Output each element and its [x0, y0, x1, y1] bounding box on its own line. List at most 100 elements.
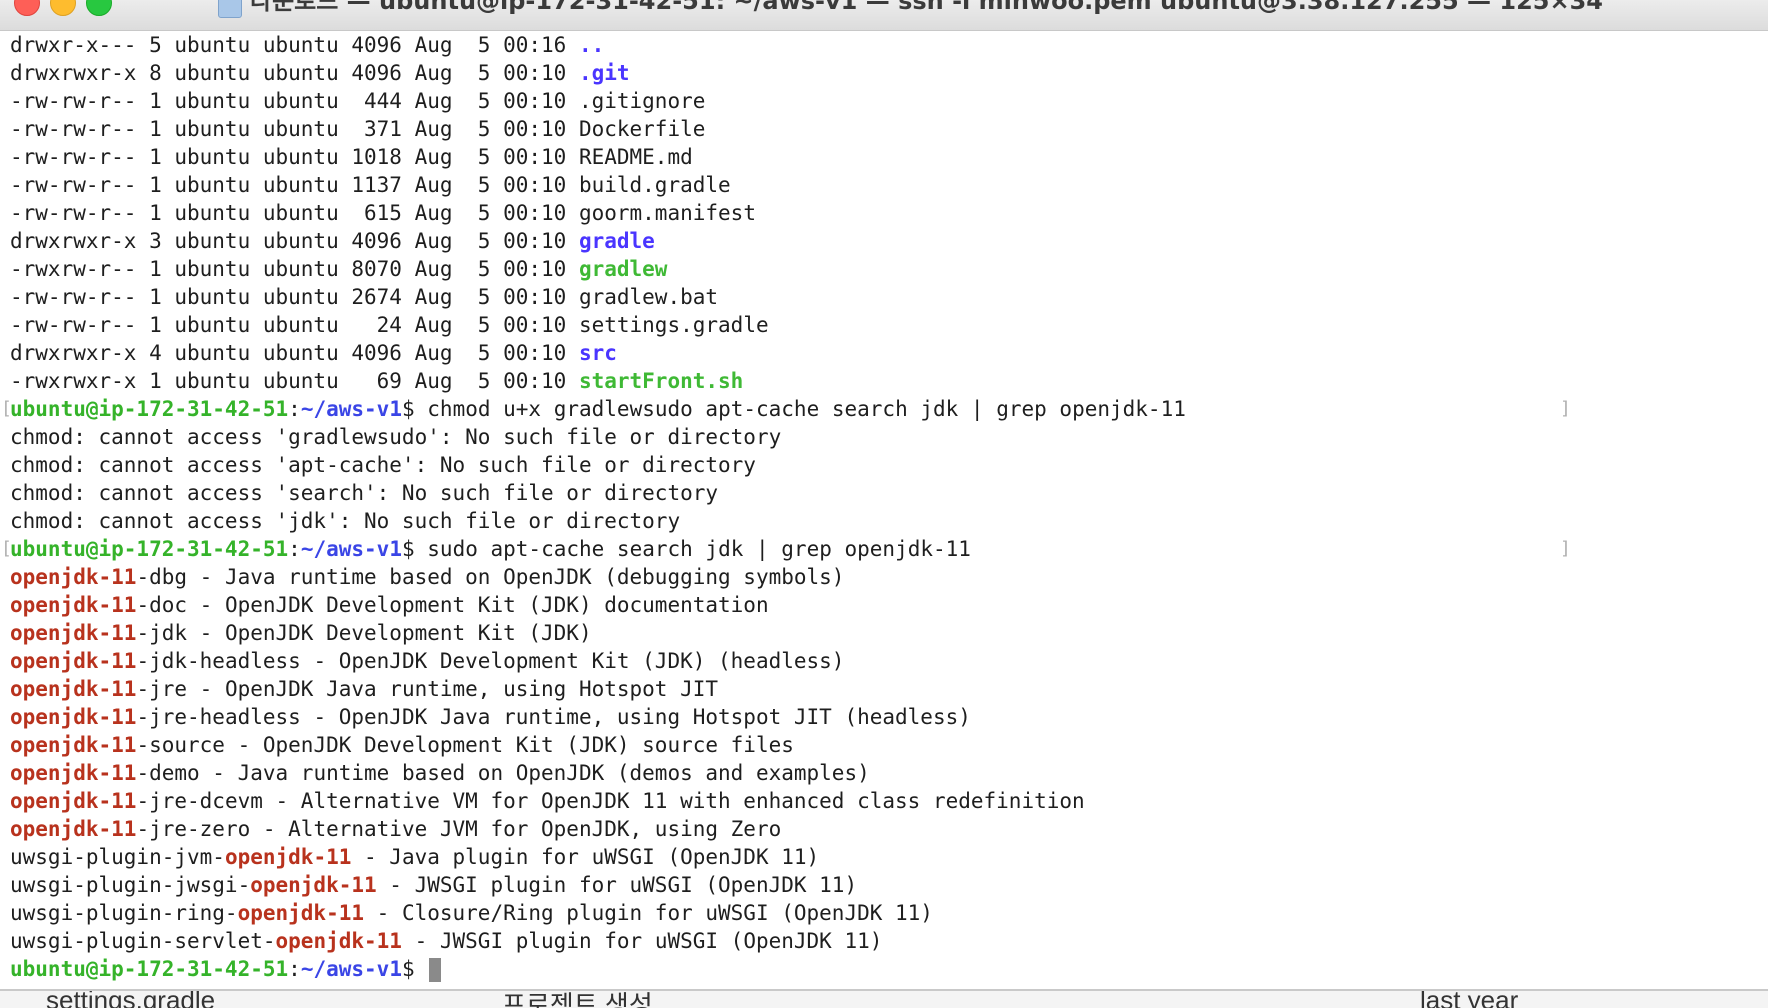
package-description: -jre-dcevm - Alternative VM for OpenJDK …	[136, 789, 1085, 813]
prompt-line: [ubuntu@ip-172-31-42-51:~/aws-v1$ chmod …	[1, 395, 1571, 423]
grep-match: openjdk-11	[237, 901, 365, 925]
search-result: uwsgi-plugin-servlet-openjdk-11 - JWSGI …	[10, 927, 1186, 955]
title-bar[interactable]: 다운로드 — ubuntu@ip-172-31-42-51: ~/aws-v1 …	[0, 0, 1768, 31]
error-line: chmod: cannot access 'gradlewsudo': No s…	[10, 423, 1186, 451]
search-result: openjdk-11-jre-zero - Alternative JVM fo…	[10, 815, 1186, 843]
folder-icon	[218, 0, 242, 18]
search-result: openjdk-11-doc - OpenJDK Development Kit…	[10, 591, 1186, 619]
search-result: openjdk-11-source - OpenJDK Development …	[10, 731, 1186, 759]
text-cursor	[429, 958, 442, 982]
command-text: sudo apt-cache search jdk | grep openjdk…	[427, 537, 971, 561]
terminal-output[interactable]: drwxr-x--- 5 ubuntu ubuntu 4096 Aug 5 00…	[0, 31, 1768, 991]
prompt-separator: :	[288, 397, 301, 421]
grep-match: openjdk-11	[10, 649, 137, 673]
package-description: -source - OpenJDK Development Kit (JDK) …	[136, 733, 794, 757]
error-line: chmod: cannot access 'search': No such f…	[10, 479, 1186, 507]
listing-meta: -rwxrw-r-- 1 ubuntu ubuntu 8070 Aug 5 00…	[10, 257, 579, 281]
listing-meta: -rw-rw-r-- 1 ubuntu ubuntu 2674 Aug 5 00…	[10, 285, 579, 309]
prompt-user-host: ubuntu@ip-172-31-42-51	[10, 537, 289, 561]
file-name: README.md	[578, 145, 693, 169]
prompt-path: ~/aws-v1	[300, 957, 402, 981]
search-result: uwsgi-plugin-ring-openjdk-11 - Closure/R…	[10, 899, 1186, 927]
file-name: .gitignore	[578, 89, 706, 113]
grep-match: openjdk-11	[10, 565, 137, 589]
package-description: -dbg - Java runtime based on OpenJDK (de…	[136, 565, 845, 589]
background-commit-message: 프로젝트 생성	[502, 991, 653, 1008]
command-text: chmod u+x gradlewsudo apt-cache search j…	[427, 397, 1186, 421]
listing-meta: -rwxrwxr-x 1 ubuntu ubuntu 69 Aug 5 00:1…	[10, 369, 579, 393]
listing-row: drwxrwxr-x 4 ubuntu ubuntu 4096 Aug 5 00…	[10, 339, 1186, 367]
search-result: uwsgi-plugin-jwsgi-openjdk-11 - JWSGI pl…	[10, 871, 1186, 899]
error-text: chmod: cannot access 'apt-cache': No suc…	[10, 453, 756, 477]
listing-row: -rw-rw-r-- 1 ubuntu ubuntu 371 Aug 5 00:…	[10, 115, 1186, 143]
search-result: openjdk-11-jdk-headless - OpenJDK Develo…	[10, 647, 1186, 675]
package-description: -demo - Java runtime based on OpenJDK (d…	[136, 761, 870, 785]
grep-match: openjdk-11	[10, 817, 137, 841]
terminal-lines: drwxr-x--- 5 ubuntu ubuntu 4096 Aug 5 00…	[1, 31, 1571, 983]
grep-match: openjdk-11	[10, 705, 137, 729]
package-description: - Java plugin for uWSGI (OpenJDK 11)	[351, 845, 820, 869]
listing-row: drwxrwxr-x 3 ubuntu ubuntu 4096 Aug 5 00…	[10, 227, 1186, 255]
listing-meta: -rw-rw-r-- 1 ubuntu ubuntu 615 Aug 5 00:…	[10, 201, 579, 225]
package-description: -jre-headless - OpenJDK Java runtime, us…	[136, 705, 971, 729]
prompt-line: ubuntu@ip-172-31-42-51:~/aws-v1$	[10, 955, 1186, 983]
package-description: - JWSGI plugin for uWSGI (OpenJDK 11)	[401, 929, 883, 953]
prompt-path: ~/aws-v1	[300, 397, 402, 421]
file-name: settings.gradle	[578, 313, 769, 337]
background-date: last year	[1420, 991, 1519, 1008]
package-description: -jdk-headless - OpenJDK Development Kit …	[136, 649, 845, 673]
package-description: -jre-zero - Alternative JVM for OpenJDK,…	[136, 817, 782, 841]
background-window: settings.gradle 프로젝트 생성 last year	[0, 991, 1768, 1008]
search-result: openjdk-11-dbg - Java runtime based on O…	[10, 563, 1186, 591]
background-file-name: settings.gradle	[46, 991, 216, 1008]
package-description: -doc - OpenJDK Development Kit (JDK) doc…	[136, 593, 769, 617]
prompt-user-host: ubuntu@ip-172-31-42-51	[10, 397, 289, 421]
prompt-symbol: $	[401, 397, 415, 421]
listing-row: -rw-rw-r-- 1 ubuntu ubuntu 444 Aug 5 00:…	[10, 87, 1186, 115]
package-prefix: uwsgi-plugin-ring-	[10, 901, 238, 925]
file-name: build.gradle	[578, 173, 731, 197]
listing-meta: -rw-rw-r-- 1 ubuntu ubuntu 371 Aug 5 00:…	[10, 117, 579, 141]
search-result: openjdk-11-jdk - OpenJDK Development Kit…	[10, 619, 1186, 647]
grep-match: openjdk-11	[10, 733, 137, 757]
grep-match: openjdk-11	[10, 621, 137, 645]
prompt-user-host: ubuntu@ip-172-31-42-51	[10, 957, 289, 981]
listing-row: drwxrwxr-x 8 ubuntu ubuntu 4096 Aug 5 00…	[10, 59, 1186, 87]
file-name: gradlew	[578, 257, 668, 281]
package-description: - JWSGI plugin for uWSGI (OpenJDK 11)	[376, 873, 858, 897]
search-result: openjdk-11-demo - Java runtime based on …	[10, 759, 1186, 787]
listing-row: -rw-rw-r-- 1 ubuntu ubuntu 1137 Aug 5 00…	[10, 171, 1186, 199]
listing-row: -rw-rw-r-- 1 ubuntu ubuntu 2674 Aug 5 00…	[10, 283, 1186, 311]
prompt-separator: :	[288, 957, 301, 981]
listing-meta: -rw-rw-r-- 1 ubuntu ubuntu 1018 Aug 5 00…	[10, 145, 579, 169]
package-prefix: uwsgi-plugin-jwsgi-	[10, 873, 251, 897]
error-line: chmod: cannot access 'jdk': No such file…	[10, 507, 1186, 535]
listing-meta: -rw-rw-r-- 1 ubuntu ubuntu 444 Aug 5 00:…	[10, 89, 579, 113]
window-title: 다운로드 — ubuntu@ip-172-31-42-51: ~/aws-v1 …	[250, 0, 1603, 15]
listing-meta: drwxrwxr-x 8 ubuntu ubuntu 4096 Aug 5 00…	[10, 61, 579, 85]
prompt-symbol: $	[401, 957, 415, 981]
listing-meta: -rw-rw-r-- 1 ubuntu ubuntu 24 Aug 5 00:1…	[10, 313, 579, 337]
prompt-path: ~/aws-v1	[300, 537, 402, 561]
prompt-line: [ubuntu@ip-172-31-42-51:~/aws-v1$ sudo a…	[1, 535, 1571, 563]
zoom-window-button[interactable]	[86, 0, 112, 16]
listing-meta: drwxrwxr-x 4 ubuntu ubuntu 4096 Aug 5 00…	[10, 341, 579, 365]
search-result: openjdk-11-jre-headless - OpenJDK Java r…	[10, 703, 1186, 731]
grep-match: openjdk-11	[10, 677, 137, 701]
file-name: gradlew.bat	[578, 285, 719, 309]
mark-bracket-left: [	[1, 398, 12, 419]
grep-match: openjdk-11	[10, 789, 137, 813]
file-name: ..	[578, 33, 605, 57]
error-text: chmod: cannot access 'search': No such f…	[10, 481, 719, 505]
minimize-window-button[interactable]	[50, 0, 76, 16]
error-text: chmod: cannot access 'gradlewsudo': No s…	[10, 425, 782, 449]
prompt-separator: :	[288, 537, 301, 561]
file-name: Dockerfile	[578, 117, 706, 141]
close-window-button[interactable]	[14, 0, 40, 16]
package-description: - Closure/Ring plugin for uWSGI (OpenJDK…	[364, 901, 933, 925]
mark-bracket-left: [	[1, 538, 12, 559]
listing-row: -rw-rw-r-- 1 ubuntu ubuntu 615 Aug 5 00:…	[10, 199, 1186, 227]
